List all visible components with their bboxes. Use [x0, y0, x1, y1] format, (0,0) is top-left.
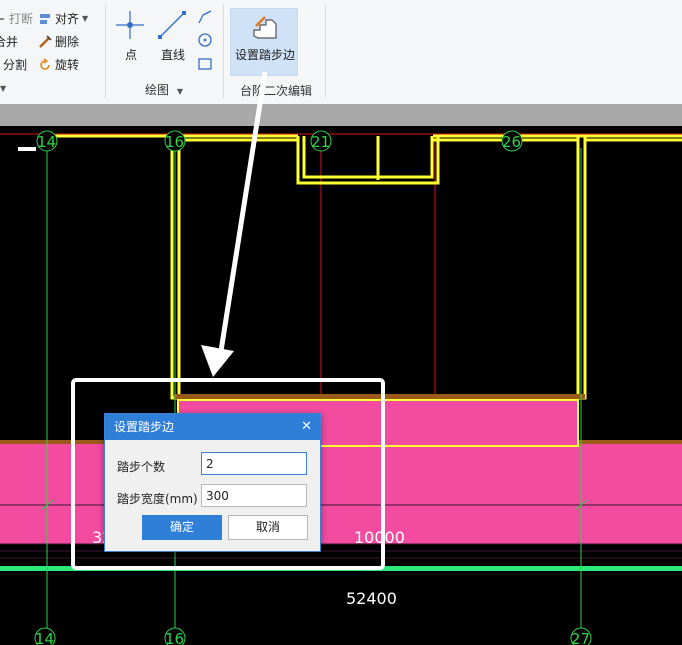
ok-button[interactable]: 确定 [142, 515, 222, 540]
axis-label-26: 26 [502, 133, 521, 151]
dimension-text-mid: 10000 [354, 528, 405, 547]
draw-group-text: 绘图 [145, 83, 170, 97]
divider [223, 4, 224, 98]
merge-button[interactable]: 合并 [0, 33, 18, 50]
axis-bubble-14-bottom: 14 [34, 627, 56, 645]
set-step-edge-dialog: 设置踏步边 ✕ 踏步个数 踏步宽度(mm) 确定 取消 [104, 413, 321, 552]
dimension-text-total: 52400 [346, 589, 397, 608]
set-step-edge-icon [253, 16, 277, 39]
align-label: 对齐 [55, 12, 80, 26]
axis-label-16: 16 [165, 133, 184, 151]
walls [55, 134, 682, 400]
rotate-button[interactable]: 旋转 [38, 56, 79, 73]
axis-label-14: 14 [37, 133, 56, 151]
dialog-title: 设置踏步边 [114, 420, 175, 434]
set-step-edge-button[interactable]: 设置踏步边 [230, 8, 298, 76]
chevron-down-icon: ▼ [82, 14, 89, 23]
step-count-input[interactable] [201, 452, 307, 475]
line-icon [158, 11, 186, 39]
divider [325, 4, 326, 98]
white-marker [18, 147, 36, 151]
break-icon [0, 17, 4, 20]
step-edit-group-label: 台阶二次编辑 [240, 84, 313, 98]
axis-bubble-26-top: 26 [501, 130, 523, 152]
step-width-input[interactable] [201, 484, 307, 507]
axis-bubble-21-top: 21 [310, 130, 332, 152]
axis-label-14-bottom: 14 [35, 630, 54, 645]
break-label: 打断 [9, 12, 34, 26]
split-label: 分割 [3, 58, 28, 72]
step-count-label: 踏步个数 [117, 460, 166, 474]
divider [105, 4, 106, 98]
delete-icon [39, 34, 52, 48]
align-icon [40, 13, 50, 24]
chevron-down-icon: ▼ [176, 87, 183, 96]
merge-label: 合并 [0, 35, 19, 49]
ribbon-toolbar: 打断 对齐 ▼ 合并 删除 ⵊ 分割 旋转 ▼ 点 直线 绘图 ▼ [0, 0, 682, 105]
axis-label-21: 21 [311, 133, 330, 151]
rotate-label: 旋转 [55, 58, 80, 72]
rectangle-icon[interactable] [197, 56, 213, 72]
axis-bubble-16-bottom: 16 [164, 627, 186, 645]
drawing-tab-strip [0, 104, 682, 126]
delete-label: 删除 [55, 35, 80, 49]
axis-bubble-14-top: 14 [36, 130, 58, 152]
point-icon [116, 11, 144, 39]
axis-bubble-27-bottom: 27 [570, 627, 592, 645]
split-button[interactable]: ⵊ 分割 [0, 56, 27, 73]
circle-icon[interactable] [197, 32, 213, 48]
point-label: 点 [124, 48, 137, 62]
axis-label-16-bottom: 16 [165, 630, 184, 645]
cad-drawing: 14 16 21 26 14 16 27 32 10000 52400 [0, 130, 682, 645]
close-icon[interactable]: ✕ [301, 414, 312, 440]
line-label: 直线 [160, 48, 185, 62]
dialog-title-bar[interactable]: 设置踏步边 ✕ [105, 414, 320, 440]
polyline-icon[interactable] [197, 9, 213, 25]
point-button[interactable]: 点 [113, 8, 149, 64]
step-width-label: 踏步宽度(mm) [117, 492, 198, 506]
delete-button[interactable]: 删除 [38, 33, 79, 50]
rotate-icon [40, 57, 50, 70]
line-button[interactable]: 直线 [155, 8, 191, 64]
axis-label-27-bottom: 27 [571, 630, 590, 645]
group-expand-icon[interactable]: ▼ [0, 84, 6, 93]
axis-bubble-16-top: 16 [164, 130, 186, 152]
step-border [174, 394, 585, 399]
break-button[interactable]: 打断 [0, 10, 33, 27]
align-button[interactable]: 对齐 ▼ [38, 10, 88, 27]
cad-canvas[interactable]: 14 16 21 26 14 16 27 32 10000 52400 [0, 126, 682, 645]
draw-group-label[interactable]: 绘图 ▼ [145, 81, 183, 98]
cancel-button[interactable]: 取消 [228, 515, 308, 540]
set-step-edge-label: 设置踏步边 [234, 48, 295, 62]
